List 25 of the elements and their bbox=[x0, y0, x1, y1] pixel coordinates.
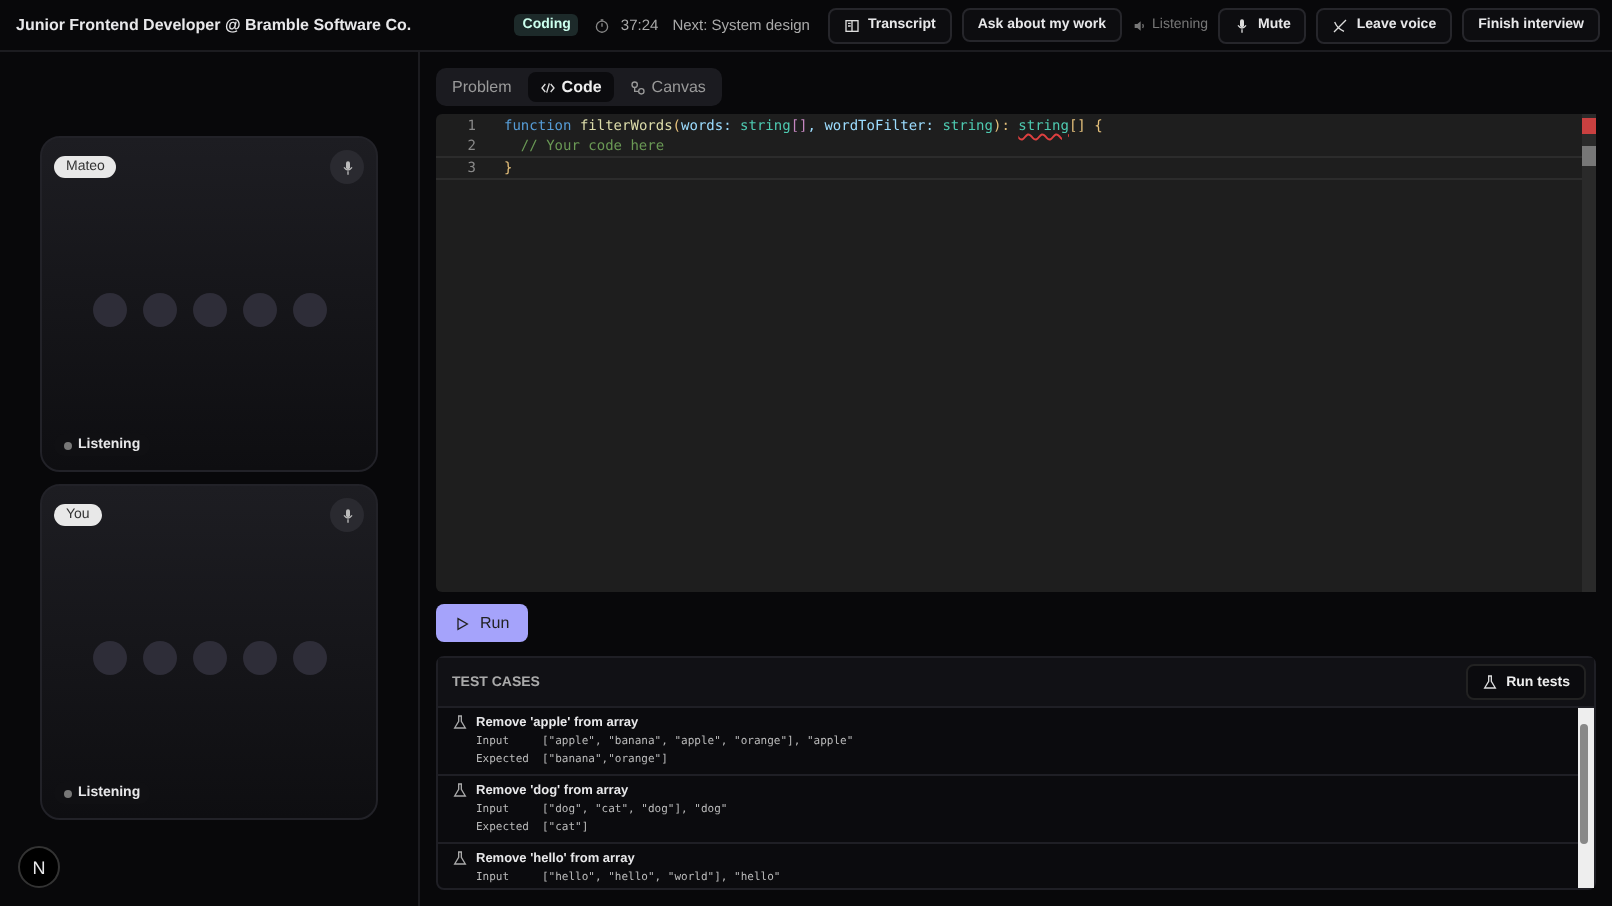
editor-scrollbar[interactable] bbox=[1582, 114, 1596, 592]
status-dot bbox=[64, 441, 72, 449]
play-icon bbox=[454, 615, 470, 631]
book-icon bbox=[843, 17, 860, 33]
interview-title: Junior Frontend Developer @ Bramble Software Co. bbox=[16, 16, 412, 34]
flask-icon bbox=[1482, 674, 1499, 690]
microphone-icon bbox=[339, 507, 355, 523]
microphone-icon bbox=[1234, 17, 1251, 33]
app-logo[interactable]: N bbox=[18, 846, 60, 888]
microphone-icon bbox=[339, 159, 355, 175]
code-icon bbox=[539, 79, 556, 95]
microphone-button[interactable] bbox=[330, 498, 364, 532]
tab[interactable]: Problem bbox=[440, 72, 524, 102]
tab[interactable]: Code bbox=[527, 72, 614, 102]
microphone-button[interactable] bbox=[330, 150, 364, 184]
speaker-icon bbox=[1132, 17, 1149, 33]
flask-icon bbox=[452, 850, 468, 866]
flask-icon bbox=[452, 714, 468, 730]
run-button[interactable]: Run bbox=[436, 604, 528, 642]
shapes-icon bbox=[629, 79, 646, 95]
flask-icon bbox=[452, 782, 468, 798]
timer-icon bbox=[594, 17, 611, 33]
scrollbar[interactable] bbox=[1578, 708, 1594, 888]
status-dot bbox=[64, 789, 72, 797]
tab[interactable]: Canvas bbox=[617, 72, 718, 102]
